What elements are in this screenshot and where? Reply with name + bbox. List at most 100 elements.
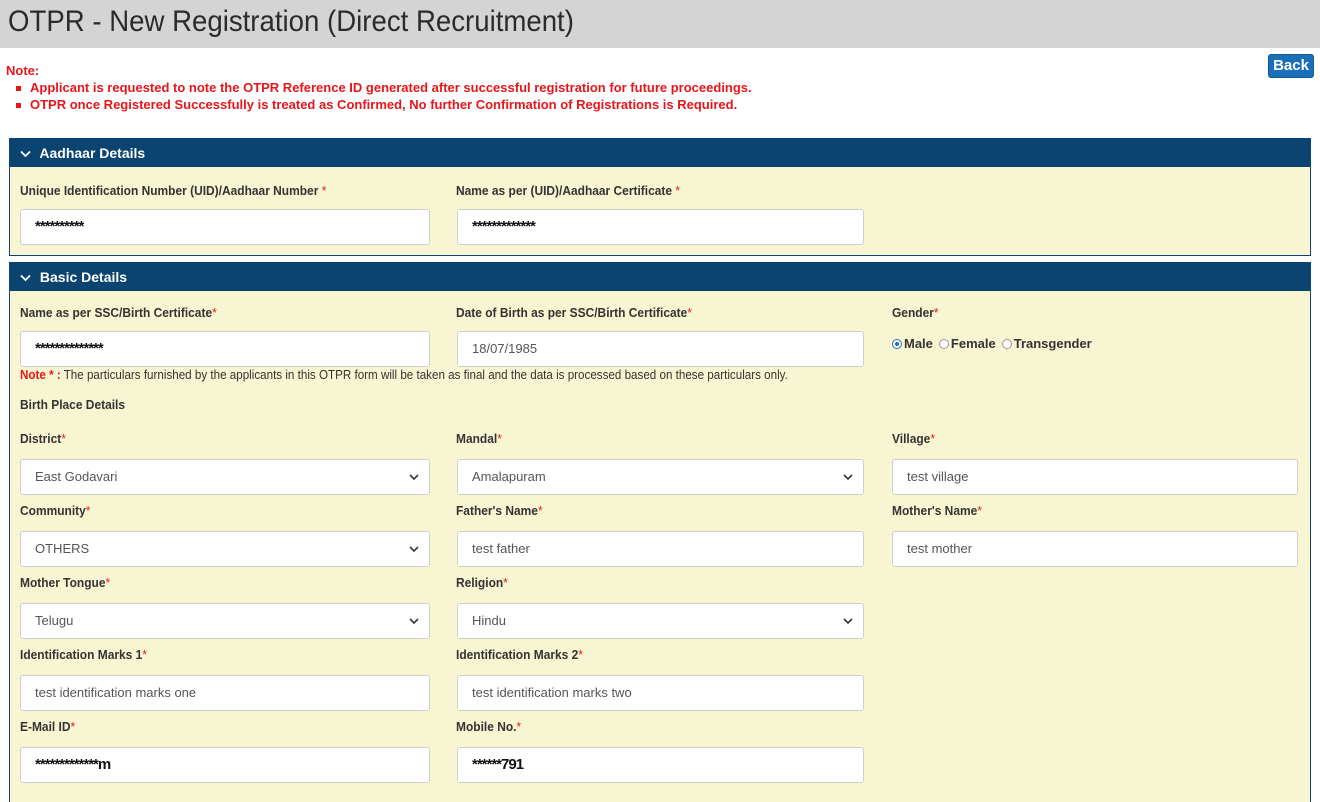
dob-label-text: Date of Birth as per SSC/Birth Certifica…: [456, 305, 688, 320]
gender-option-male[interactable]: Male: [892, 336, 933, 351]
radio-unchecked-icon[interactable]: [1001, 338, 1012, 349]
father-name-input[interactable]: test father: [457, 531, 864, 567]
aadhaar-name-label-text: Name as per (UID)/Aadhaar Certificate: [456, 183, 673, 198]
required-marker: *: [977, 503, 982, 518]
id-marks-1-label-text: Identification Marks 1: [20, 647, 143, 662]
id-marks-1-input[interactable]: test identification marks one: [20, 675, 430, 711]
id-marks-2-label-text: Identification Marks 2: [456, 647, 579, 662]
mother-tongue-select[interactable]: Telugu: [20, 603, 430, 639]
chevron-down-icon: [409, 546, 419, 553]
required-marker: *: [85, 503, 91, 518]
chevron-down-icon: [409, 618, 419, 625]
father-name-label: Father's Name*: [456, 503, 543, 518]
gender-option-female[interactable]: Female: [938, 336, 996, 351]
gender-label: Gender*: [892, 305, 939, 320]
required-marker: *: [675, 183, 681, 198]
required-marker: *: [142, 647, 147, 662]
religion-select[interactable]: Hindu: [457, 603, 864, 639]
chevron-down-icon: [843, 618, 853, 625]
mother-name-input[interactable]: test mother: [892, 531, 1298, 567]
gender-option-label: Female: [950, 336, 996, 351]
village-label: Village*: [892, 431, 935, 446]
required-marker: *: [933, 305, 939, 320]
mobile-label: Mobile No.*: [456, 719, 521, 734]
religion-label: Religion*: [456, 575, 508, 590]
gender-option-label: Transgender: [1013, 336, 1092, 351]
mother-tongue-label-text: Mother Tongue: [20, 575, 106, 590]
note-text: The particulars furnished by the applica…: [63, 368, 788, 382]
basic-details-header[interactable]: Basic Details: [10, 263, 1310, 291]
mother-tongue-label: Mother Tongue*: [20, 575, 110, 590]
note-label: Note:: [6, 63, 40, 78]
particulars-note: Note * : The particulars furnished by th…: [20, 368, 788, 382]
aadhaar-details-header[interactable]: Aadhaar Details: [10, 139, 1310, 167]
id-marks-2-label: Identification Marks 2*: [456, 647, 583, 662]
gender-label-text: Gender: [892, 305, 934, 320]
religion-selected-value: Hindu: [472, 613, 506, 628]
community-label: Community*: [20, 503, 90, 518]
community-select[interactable]: OTHERS: [20, 531, 430, 567]
aadhaar-details-title: Aadhaar Details: [39, 145, 146, 161]
mother-name-label-text: Mother's Name: [892, 503, 978, 518]
page-title: OTPR - New Registration (Direct Recruitm…: [8, 5, 574, 38]
required-marker: *: [61, 431, 66, 446]
email-input[interactable]: *************m: [20, 747, 430, 783]
email-label: E-Mail ID*: [20, 719, 75, 734]
required-marker: *: [70, 719, 76, 734]
note-item: Applicant is requested to note the OTPR …: [16, 80, 752, 95]
chevron-down-icon: [843, 474, 853, 481]
radio-checked-icon[interactable]: [892, 338, 902, 349]
note-item: OTPR once Registered Successfully is tre…: [16, 97, 752, 112]
dob-input[interactable]: 18/07/1985: [457, 331, 864, 367]
mobile-input[interactable]: ******791: [457, 747, 864, 783]
aadhaar-name-label: Name as per (UID)/Aadhaar Certificate *: [456, 183, 680, 198]
id-marks-1-label: Identification Marks 1*: [20, 647, 147, 662]
mandal-label: Mandal*: [456, 431, 502, 446]
district-select[interactable]: East Godavari: [20, 459, 430, 495]
gender-radio-group: Male Female Transgender: [892, 336, 1094, 351]
dob-label: Date of Birth as per SSC/Birth Certifica…: [456, 305, 692, 320]
radio-unchecked-icon[interactable]: [938, 338, 949, 349]
back-button[interactable]: Back: [1268, 54, 1314, 78]
gender-option-label: Male: [904, 336, 933, 351]
aadhaar-name-input[interactable]: *************: [457, 209, 864, 245]
note-prefix: Note * :: [20, 368, 61, 382]
aadhaar-details-panel: Aadhaar Details Unique Identification Nu…: [9, 138, 1311, 256]
village-input[interactable]: test village: [892, 459, 1298, 495]
required-marker: *: [578, 647, 583, 662]
community-label-text: Community: [20, 503, 86, 518]
required-marker: *: [537, 503, 543, 518]
district-selected-value: East Godavari: [35, 469, 118, 484]
email-label-text: E-Mail ID: [20, 719, 71, 734]
community-selected-value: OTHERS: [35, 541, 90, 556]
mobile-label-text: Mobile No.: [456, 719, 517, 734]
village-label-text: Village: [892, 431, 931, 446]
ssc-name-label: Name as per SSC/Birth Certificate*: [20, 305, 217, 320]
note-list: Applicant is requested to note the OTPR …: [6, 80, 752, 112]
basic-details-panel: Basic Details Name as per SSC/Birth Cert…: [9, 262, 1311, 802]
mandal-selected-value: Amalapuram: [472, 469, 546, 484]
chevron-down-icon: [409, 474, 419, 481]
district-label-text: District: [20, 431, 62, 446]
title-bar: OTPR - New Registration (Direct Recruitm…: [0, 0, 1320, 48]
required-marker: *: [321, 183, 327, 198]
gender-option-transgender[interactable]: Transgender: [1001, 336, 1092, 351]
chevron-down-icon: [20, 264, 36, 292]
chevron-down-icon: [20, 140, 36, 168]
uid-input[interactable]: **********: [20, 209, 430, 245]
district-label: District*: [20, 431, 66, 446]
uid-label: Unique Identification Number (UID)/Aadha…: [20, 183, 326, 198]
father-name-label-text: Father's Name: [456, 503, 538, 518]
mandal-label-text: Mandal: [456, 431, 498, 446]
required-marker: *: [105, 575, 111, 590]
ssc-name-input[interactable]: **************: [20, 331, 430, 367]
required-marker: *: [930, 431, 936, 446]
birth-place-heading: Birth Place Details: [20, 397, 126, 412]
required-marker: *: [497, 431, 502, 446]
required-marker: *: [212, 305, 217, 320]
mandal-select[interactable]: Amalapuram: [457, 459, 864, 495]
required-marker: *: [687, 305, 692, 320]
ssc-name-label-text: Name as per SSC/Birth Certificate: [20, 305, 213, 320]
id-marks-2-input[interactable]: test identification marks two: [457, 675, 864, 711]
uid-label-text: Unique Identification Number (UID)/Aadha…: [20, 183, 319, 198]
